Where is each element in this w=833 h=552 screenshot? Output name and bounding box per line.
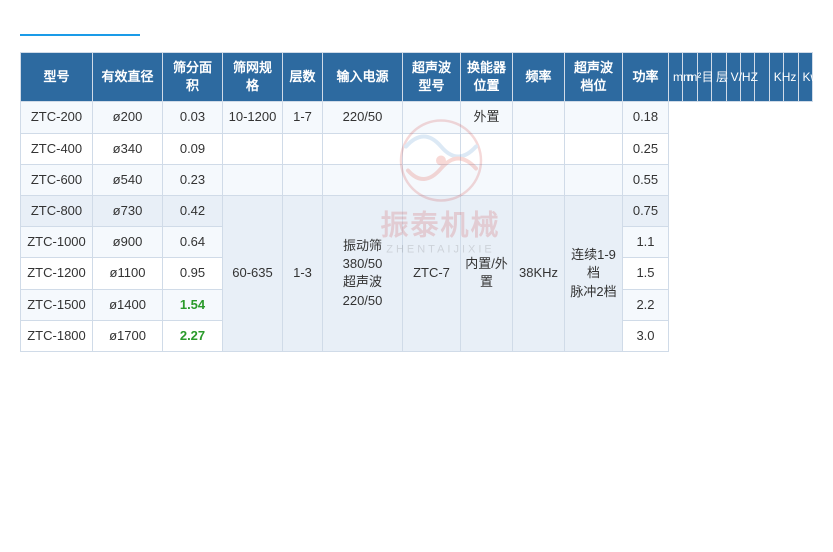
cell-mesh-spec-blank [223, 164, 283, 195]
cell-ultrasonic-gear-merged: 连续1-9档 脉冲2档 [565, 195, 623, 351]
th-power: 功率 [623, 53, 669, 102]
cell-power: 0.18 [623, 102, 669, 133]
cell-freq [513, 102, 565, 133]
cell-mesh-spec: 10-1200 [223, 102, 283, 133]
cell-power: 1.1 [623, 227, 669, 258]
cell-model: ZTC-600 [21, 164, 93, 195]
cell-power-input-merged: 振动筛 380/50 超声波 220/50 [323, 195, 403, 351]
cell-transducer-pos: 外置 [461, 102, 513, 133]
th-transducer-pos: 换能器位置 [461, 53, 513, 102]
th-freq: 频率 [513, 53, 565, 102]
page: 型号 有效直径 筛分面积 筛网规格 层数 输入电源 超声波型号 换能器位置 频率… [0, 0, 833, 552]
table-row: ZTC-200ø2000.0310-12001-7220/50 外置 0.18 [21, 102, 813, 133]
table-row: ZTC-800ø7300.4260-6351-3振动筛 380/50 超声波 2… [21, 195, 813, 226]
cell-diameter: ø1700 [93, 320, 163, 351]
cell-mesh-spec-merged: 60-635 [223, 195, 283, 351]
cell-power: 3.0 [623, 320, 669, 351]
cell-power-input: 220/50 [323, 102, 403, 133]
cell-power: 0.75 [623, 195, 669, 226]
cell-ultrasonic-model-blank [403, 164, 461, 195]
th-unit-kw: Kw [798, 53, 812, 102]
th-unit-mm: mm [669, 53, 683, 102]
table-row: ZTC-600ø5400.23 0.55 [21, 164, 813, 195]
cell-layers: 1-7 [283, 102, 323, 133]
cell-power: 0.55 [623, 164, 669, 195]
cell-ultrasonic-gear [565, 102, 623, 133]
cell-freq-blank [513, 164, 565, 195]
cell-area: 0.64 [163, 227, 223, 258]
cell-diameter: ø340 [93, 133, 163, 164]
cell-power: 2.2 [623, 289, 669, 320]
cell-area: 0.95 [163, 258, 223, 289]
cell-transducer-pos-blank [461, 133, 513, 164]
cell-ultrasonic-model-blank [403, 133, 461, 164]
cell-model: ZTC-1000 [21, 227, 93, 258]
cell-ultrasonic-gear-blank [565, 164, 623, 195]
th-area: 筛分面积 [163, 53, 223, 102]
th-diameter: 有效直径 [93, 53, 163, 102]
cell-area: 0.42 [163, 195, 223, 226]
th-model: 型号 [21, 53, 93, 102]
cell-layers-merged: 1-3 [283, 195, 323, 351]
product-parameter-table: 型号 有效直径 筛分面积 筛网规格 层数 输入电源 超声波型号 换能器位置 频率… [20, 52, 813, 352]
cell-transducer-pos-merged: 内置/外置 [461, 195, 513, 351]
cell-diameter: ø730 [93, 195, 163, 226]
cell-diameter: ø1100 [93, 258, 163, 289]
cell-layers-blank [283, 133, 323, 164]
header-underline [20, 34, 140, 36]
cell-ultrasonic-gear-blank [565, 133, 623, 164]
cell-freq-blank [513, 133, 565, 164]
cell-power: 1.5 [623, 258, 669, 289]
cell-area: 0.03 [163, 102, 223, 133]
cell-diameter: ø200 [93, 102, 163, 133]
th-power-input: 输入电源 [323, 53, 403, 102]
cell-diameter: ø900 [93, 227, 163, 258]
cell-area: 0.23 [163, 164, 223, 195]
th-unit-khz: KHz [769, 53, 783, 102]
th-mesh-spec: 筛网规格 [223, 53, 283, 102]
cell-area: 2.27 [163, 320, 223, 351]
cell-power-input-blank [323, 164, 403, 195]
cell-model: ZTC-1800 [21, 320, 93, 351]
cell-model: ZTC-1500 [21, 289, 93, 320]
cell-ultrasonic-model [403, 102, 461, 133]
cell-area: 1.54 [163, 289, 223, 320]
cell-layers-blank [283, 164, 323, 195]
th-ultrasonic-gear: 超声波档位 [565, 53, 623, 102]
cell-model: ZTC-400 [21, 133, 93, 164]
cell-power: 0.25 [623, 133, 669, 164]
cell-diameter: ø1400 [93, 289, 163, 320]
cell-ultrasonic-model-merged: ZTC-7 [403, 195, 461, 351]
table-row: ZTC-400ø3400.09 0.25 [21, 133, 813, 164]
cell-power-input-blank [323, 133, 403, 164]
cell-model: ZTC-800 [21, 195, 93, 226]
th-ultrasonic-model: 超声波型号 [403, 53, 461, 102]
th-unit-ceng: 层 [712, 53, 726, 102]
cell-diameter: ø540 [93, 164, 163, 195]
cell-model: ZTC-1200 [21, 258, 93, 289]
cell-transducer-pos-blank [461, 164, 513, 195]
cell-freq-merged: 38KHz [513, 195, 565, 351]
cell-model: ZTC-200 [21, 102, 93, 133]
cell-area: 0.09 [163, 133, 223, 164]
th-unit-vhz: V/HZ [726, 53, 740, 102]
th-layers: 层数 [283, 53, 323, 102]
cell-mesh-spec-blank [223, 133, 283, 164]
